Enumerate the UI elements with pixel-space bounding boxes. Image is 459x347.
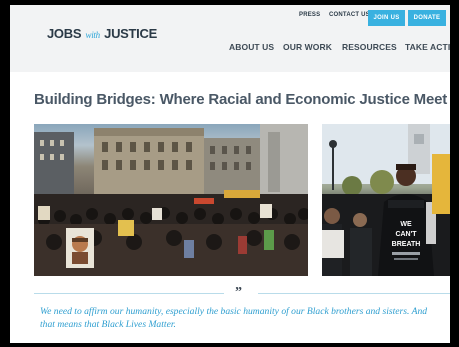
page-title: Building Bridges: Where Racial and Econo… xyxy=(34,91,448,108)
logo-justice: JUSTICE xyxy=(104,26,157,41)
sign-text-breath: BREATH xyxy=(392,241,421,248)
quote-rule-left xyxy=(34,293,224,294)
quote-rule-right xyxy=(258,293,450,294)
protest-crowd-illustration xyxy=(34,124,308,276)
site-logo[interactable]: JOBS with JUSTICE xyxy=(47,26,157,41)
screen-frame: JOBS with JUSTICE PRESS CONTACT US JOIN … xyxy=(0,0,459,347)
protest-crowd-image xyxy=(34,124,308,276)
web-page: JOBS with JUSTICE PRESS CONTACT US JOIN … xyxy=(10,5,450,343)
contact-us-link[interactable]: CONTACT US xyxy=(329,12,370,18)
pull-quote: We need to affirm our humanity, especial… xyxy=(40,306,428,330)
protester-sign-image: WE CAN'T BREATH xyxy=(322,124,450,276)
nav-about-us[interactable]: ABOUT US xyxy=(229,42,274,52)
protester-sign-illustration: WE CAN'T BREATH xyxy=(322,124,450,276)
nav-take-action[interactable]: TAKE ACTION xyxy=(405,42,450,52)
sign-text-cant: CAN'T xyxy=(395,231,417,238)
nav-our-work[interactable]: OUR WORK xyxy=(283,42,332,52)
press-link[interactable]: PRESS xyxy=(299,12,320,18)
nav-resources[interactable]: RESOURCES xyxy=(342,42,397,52)
join-us-button[interactable]: JOIN US xyxy=(368,10,405,26)
site-header: JOBS with JUSTICE PRESS CONTACT US JOIN … xyxy=(10,5,450,72)
logo-jobs: JOBS xyxy=(47,26,82,41)
quote-icon: ” xyxy=(235,285,242,300)
logo-with: with xyxy=(85,30,101,40)
donate-button[interactable]: DONATE xyxy=(408,10,446,26)
sign-text-wecant: WE xyxy=(400,221,412,228)
